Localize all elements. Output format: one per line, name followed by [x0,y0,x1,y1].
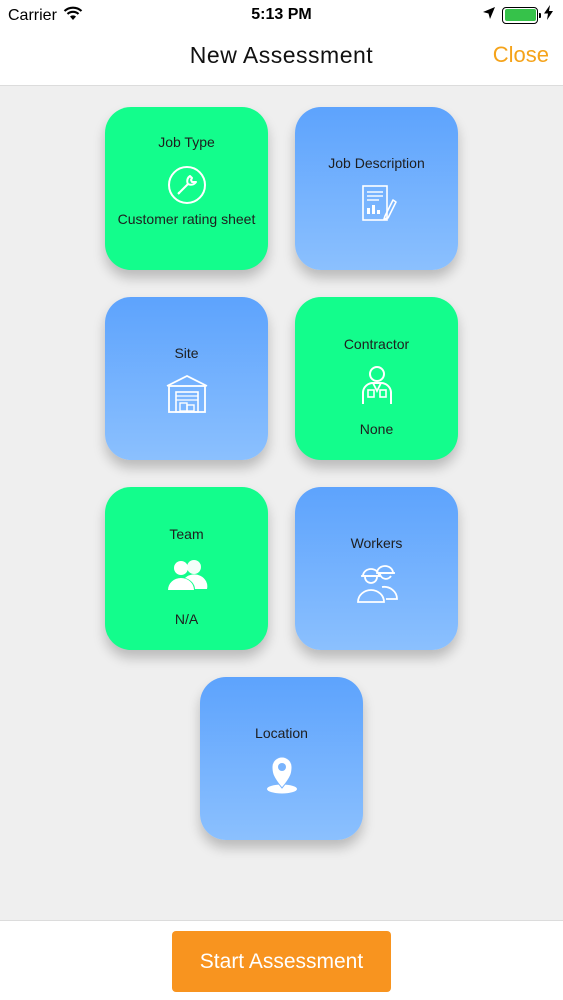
location-arrow-icon [482,6,496,25]
wrench-icon [165,163,209,207]
status-bar: Carrier 5:13 PM [0,0,563,30]
workers-card[interactable]: Workers [295,487,458,650]
site-card[interactable]: Site [105,297,268,460]
bottom-bar: Start Assessment [0,920,563,1000]
team-value: N/A [174,611,199,627]
location-title: Location [255,725,308,741]
job-description-title: Job Description [328,155,425,171]
location-card[interactable]: Location [200,677,363,840]
navigation-bar: New Assessment Close [0,30,563,86]
location-pin-icon [260,752,304,796]
site-title: Site [174,345,199,361]
start-assessment-button[interactable]: Start Assessment [172,931,391,992]
job-type-card[interactable]: Job Type Customer rating sheet [105,107,268,270]
team-icon [165,554,209,598]
close-button[interactable]: Close [493,42,549,68]
page-title: New Assessment [189,42,374,68]
status-right [482,5,553,25]
battery-icon [502,6,541,24]
team-title: Team [169,526,204,542]
job-type-value: Customer rating sheet [117,211,256,227]
job-description-card[interactable]: Job Description [295,107,458,270]
charging-icon [544,5,553,25]
worker-icon [355,364,399,408]
document-pen-icon [355,182,399,226]
battery-level [504,9,536,21]
contractor-card[interactable]: Contractor None [295,297,458,460]
warehouse-icon [165,372,209,416]
workers-title: Workers [350,535,403,551]
status-time: 5:13 PM [251,6,312,23]
team-card[interactable]: Team N/A [105,487,268,650]
contractor-title: Contractor [343,336,410,352]
contractor-value: None [359,421,394,437]
job-type-title: Job Type [158,134,215,150]
hardhat-workers-icon [355,562,399,606]
